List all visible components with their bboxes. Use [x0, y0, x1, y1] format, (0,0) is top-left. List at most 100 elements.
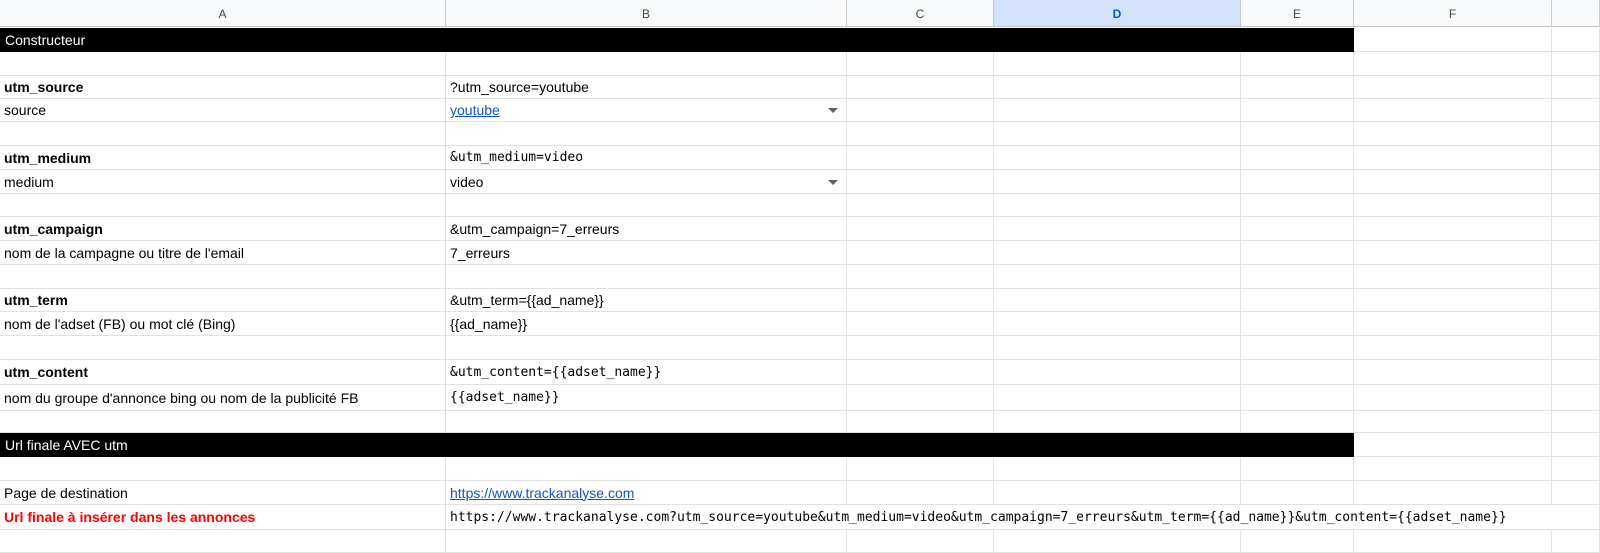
cell[interactable]: [0, 122, 446, 146]
cell[interactable]: [994, 99, 1241, 122]
cell[interactable]: [446, 530, 847, 553]
column-header-b[interactable]: B: [446, 0, 847, 27]
cell[interactable]: [847, 312, 994, 336]
column-header-d[interactable]: D: [994, 0, 1241, 27]
cell[interactable]: [1354, 194, 1552, 217]
cell-utm-content-param[interactable]: &utm_content={{adset_name}}: [446, 360, 847, 385]
dropdown-arrow-icon[interactable]: [828, 108, 838, 113]
cell-utm-term-label[interactable]: utm_term: [0, 289, 446, 312]
cell[interactable]: [994, 52, 1241, 76]
cell[interactable]: [1354, 530, 1552, 553]
cell[interactable]: [0, 265, 446, 289]
cell[interactable]: [446, 265, 847, 289]
cell[interactable]: [847, 481, 994, 505]
cell[interactable]: [1354, 122, 1552, 146]
source-dropdown-cell[interactable]: youtube: [446, 99, 847, 122]
medium-dropdown-cell[interactable]: video: [446, 170, 847, 194]
cell[interactable]: [847, 194, 994, 217]
cell[interactable]: [1241, 360, 1354, 385]
cell[interactable]: [1241, 99, 1354, 122]
cell[interactable]: [1552, 122, 1600, 146]
cell[interactable]: [1552, 76, 1600, 99]
cell[interactable]: [1354, 241, 1552, 265]
cell-utm-campaign-label[interactable]: utm_campaign: [0, 217, 446, 241]
cell[interactable]: [446, 52, 847, 76]
cell[interactable]: [1241, 122, 1354, 146]
cell[interactable]: [847, 170, 994, 194]
cell[interactable]: [0, 52, 446, 76]
cell[interactable]: [1354, 289, 1552, 312]
cell[interactable]: [1552, 28, 1600, 52]
cell[interactable]: [1354, 481, 1552, 505]
cell[interactable]: [1354, 52, 1552, 76]
section-banner-url-finale[interactable]: Url finale AVEC utm: [0, 433, 1354, 457]
cell[interactable]: [1552, 360, 1600, 385]
cell[interactable]: [1354, 336, 1552, 360]
cell[interactable]: [1552, 52, 1600, 76]
cell[interactable]: [1552, 336, 1600, 360]
cell[interactable]: [994, 530, 1241, 553]
cell-source-label[interactable]: source: [0, 99, 446, 122]
cell[interactable]: [1241, 336, 1354, 360]
column-header-f[interactable]: F: [1354, 0, 1552, 27]
cell[interactable]: [847, 241, 994, 265]
destination-url-link[interactable]: https://www.trackanalyse.com: [450, 485, 634, 501]
column-header-a[interactable]: A: [0, 0, 446, 27]
cell[interactable]: [994, 481, 1241, 505]
cell[interactable]: [1354, 76, 1552, 99]
cell[interactable]: [994, 241, 1241, 265]
cell[interactable]: [1354, 170, 1552, 194]
cell[interactable]: [1354, 28, 1552, 52]
cell[interactable]: [1241, 289, 1354, 312]
cell[interactable]: [0, 194, 446, 217]
cell-utm-medium-label[interactable]: utm_medium: [0, 146, 446, 170]
column-header-e[interactable]: E: [1241, 0, 1354, 27]
cell[interactable]: [1552, 457, 1600, 481]
cell[interactable]: [847, 411, 994, 433]
cell[interactable]: [994, 336, 1241, 360]
cell[interactable]: [994, 411, 1241, 433]
cell[interactable]: [446, 457, 847, 481]
cell[interactable]: [847, 360, 994, 385]
cell-utm-source-param[interactable]: ?utm_source=youtube: [446, 76, 847, 99]
cell-utm-campaign-param[interactable]: &utm_campaign=7_erreurs: [446, 217, 847, 241]
cell[interactable]: [1552, 170, 1600, 194]
source-value-link[interactable]: youtube: [450, 102, 500, 118]
cell[interactable]: [1552, 312, 1600, 336]
cell[interactable]: [1354, 411, 1552, 433]
cell[interactable]: [1241, 194, 1354, 217]
cell[interactable]: [0, 457, 446, 481]
column-header-c[interactable]: C: [847, 0, 994, 27]
cell-utm-source-label[interactable]: utm_source: [0, 76, 446, 99]
cell-term-value[interactable]: {{ad_name}}: [446, 312, 847, 336]
cell[interactable]: [1241, 530, 1354, 553]
cell[interactable]: [1552, 289, 1600, 312]
cell[interactable]: [847, 265, 994, 289]
cell[interactable]: [847, 336, 994, 360]
cell[interactable]: [1354, 360, 1552, 385]
cell[interactable]: [1241, 170, 1354, 194]
cell[interactable]: [1241, 76, 1354, 99]
cell[interactable]: [446, 194, 847, 217]
cell[interactable]: [1552, 411, 1600, 433]
column-header-g[interactable]: [1552, 0, 1600, 27]
cell[interactable]: [847, 52, 994, 76]
final-url-cell[interactable]: https://www.trackanalyse.com?utm_source=…: [446, 505, 1552, 530]
cell[interactable]: [1241, 385, 1354, 411]
cell[interactable]: [847, 146, 994, 170]
cell[interactable]: [994, 194, 1241, 217]
cell[interactable]: [847, 385, 994, 411]
cell[interactable]: [1354, 217, 1552, 241]
cell-final-url-label[interactable]: Url finale à insérer dans les annonces: [0, 505, 446, 530]
cell[interactable]: [1241, 146, 1354, 170]
cell[interactable]: [1552, 481, 1600, 505]
cell[interactable]: [994, 457, 1241, 481]
section-banner-constructeur[interactable]: Constructeur: [0, 28, 1354, 52]
cell[interactable]: [1354, 265, 1552, 289]
cell-utm-medium-param[interactable]: &utm_medium=video: [446, 146, 847, 170]
cell[interactable]: [994, 312, 1241, 336]
cell-medium-label[interactable]: medium: [0, 170, 446, 194]
cell[interactable]: [0, 411, 446, 433]
cell-content-desc[interactable]: nom du groupe d'annonce bing ou nom de l…: [0, 385, 446, 411]
cell[interactable]: [994, 122, 1241, 146]
